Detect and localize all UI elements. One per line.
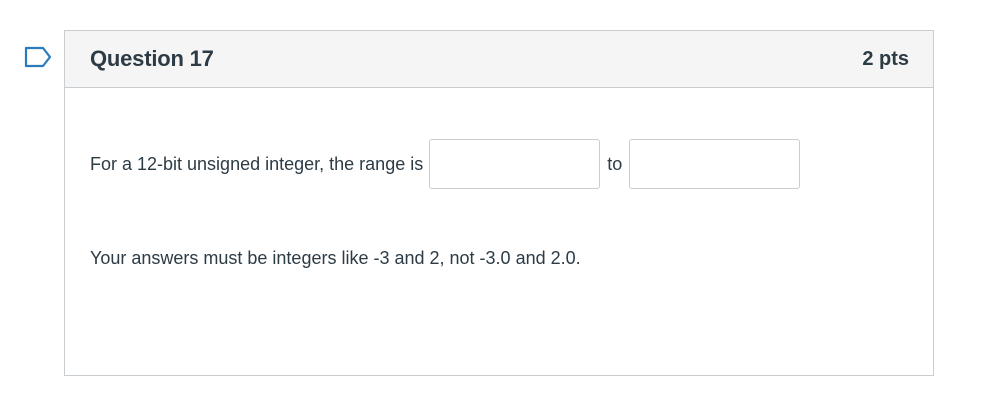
bookmark-flag-icon[interactable] — [24, 46, 52, 68]
quiz-page: Question 17 2 pts For a 12-bit unsigned … — [0, 0, 1002, 412]
range-min-input[interactable] — [429, 139, 601, 189]
answer-format-note: Your answers must be integers like -3 an… — [90, 248, 581, 268]
prompt-text: For a 12-bit unsigned integer, the range… — [90, 153, 424, 174]
question-points: 2 pts — [862, 47, 909, 70]
range-max-input[interactable] — [629, 139, 801, 189]
question-title: Question 17 — [90, 46, 214, 71]
prompt-line: For a 12-bit unsigned integer, the range… — [90, 139, 806, 189]
question-header: Question 17 2 pts — [65, 31, 933, 88]
range-connector-label: to — [607, 153, 623, 174]
question-card: Question 17 2 pts For a 12-bit unsigned … — [64, 30, 934, 376]
